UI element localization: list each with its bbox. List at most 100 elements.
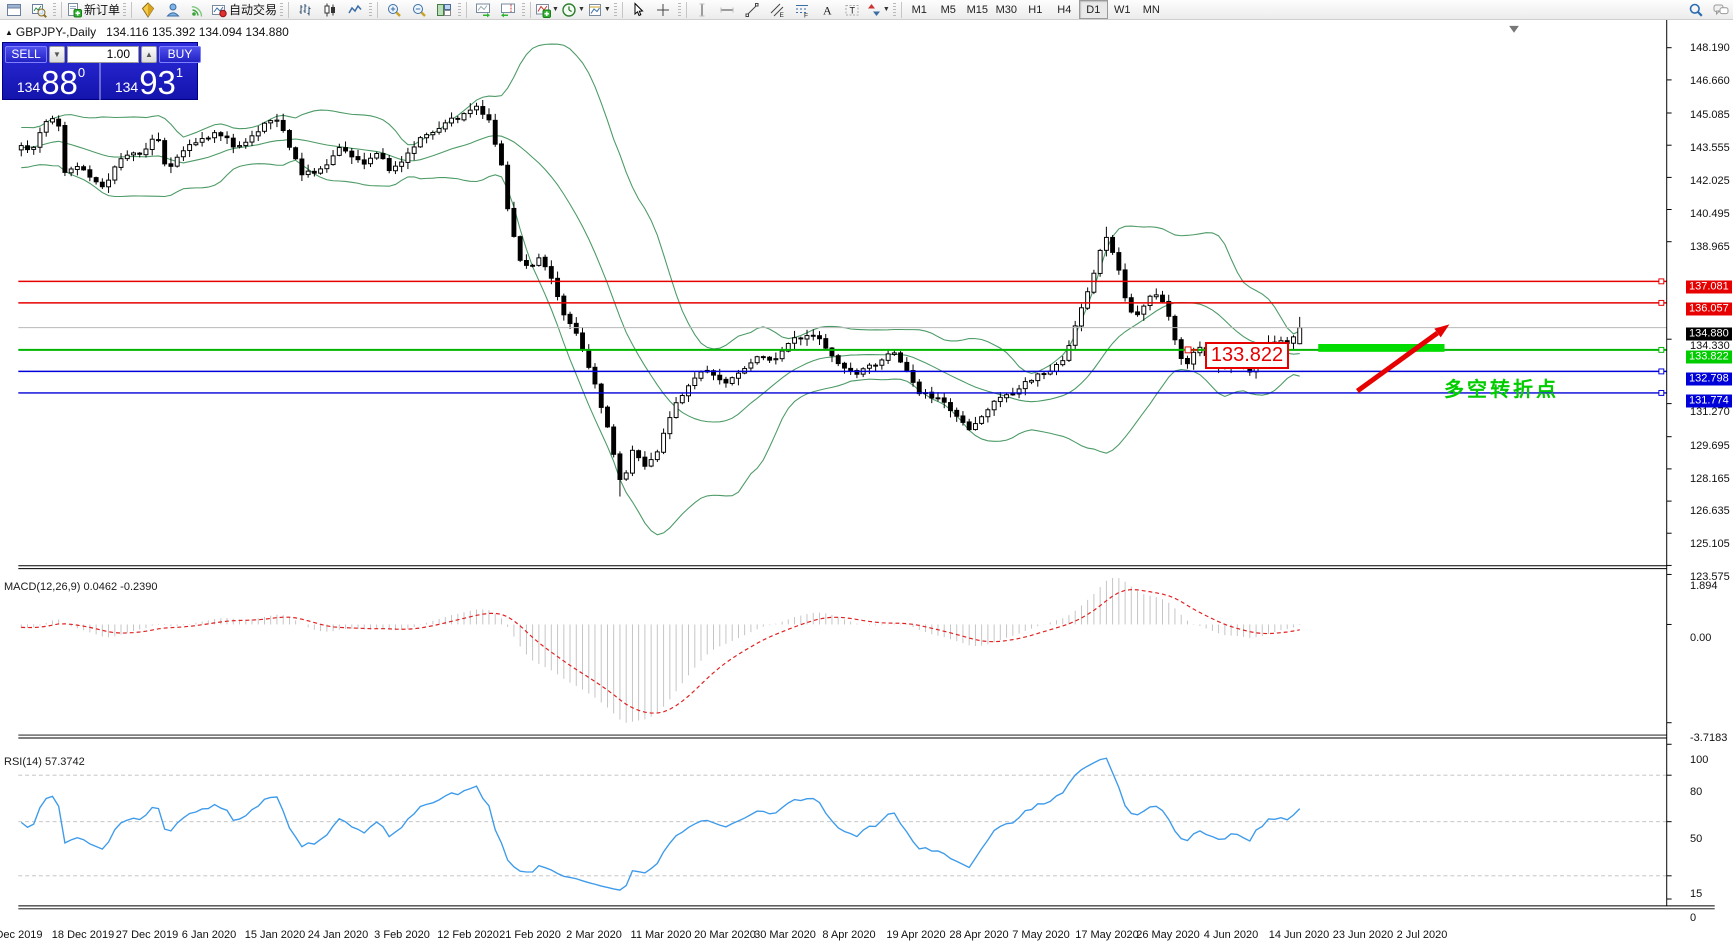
timeframe-button-m30[interactable]: M30 bbox=[992, 0, 1021, 19]
timeframe-button-h1[interactable]: H1 bbox=[1021, 0, 1050, 19]
candle bbox=[443, 123, 447, 129]
search-icon[interactable] bbox=[1683, 0, 1708, 20]
timeframe-button-d1[interactable]: D1 bbox=[1079, 0, 1108, 19]
candle bbox=[768, 357, 772, 360]
candle bbox=[568, 314, 572, 323]
text-icon[interactable]: A bbox=[815, 0, 840, 20]
candle bbox=[543, 257, 547, 266]
buy-price[interactable]: 134931 bbox=[101, 63, 197, 101]
chart-plot[interactable] bbox=[0, 20, 1733, 946]
candle bbox=[1129, 298, 1133, 312]
timeframe-button-w1[interactable]: W1 bbox=[1108, 0, 1137, 19]
arrows-button[interactable]: ▼ bbox=[865, 0, 891, 20]
green-highlight-bar[interactable] bbox=[1318, 344, 1444, 352]
candle bbox=[1192, 352, 1196, 364]
candle bbox=[1123, 270, 1127, 298]
volume-decrease-button[interactable]: ▼ bbox=[49, 46, 65, 63]
candle bbox=[1079, 308, 1083, 326]
timeframe-button-m15[interactable]: M15 bbox=[963, 0, 992, 19]
candle bbox=[1104, 237, 1108, 250]
candle bbox=[475, 106, 479, 110]
fibonacci-icon[interactable]: F bbox=[790, 0, 815, 20]
candle bbox=[188, 145, 192, 151]
candle bbox=[294, 148, 298, 159]
date-tick-label: 23 Jun 2020 bbox=[1333, 929, 1394, 941]
candle bbox=[643, 457, 647, 466]
date-tick-label: 2 Mar 2020 bbox=[566, 929, 622, 941]
sell-button[interactable]: SELL bbox=[5, 46, 47, 63]
date-tick-label: 8 Apr 2020 bbox=[822, 929, 875, 941]
auto-scroll-icon[interactable] bbox=[470, 0, 495, 20]
candle bbox=[1030, 380, 1034, 382]
sell-price[interactable]: 134880 bbox=[3, 63, 99, 101]
macd-axis-label: -3.7183 bbox=[1690, 732, 1727, 744]
timeframe-button-m5[interactable]: M5 bbox=[934, 0, 963, 19]
volume-increase-button[interactable]: ▲ bbox=[141, 46, 157, 63]
candle bbox=[362, 160, 366, 164]
level-line-anchor-square bbox=[1659, 279, 1664, 284]
price-tick-label: 129.695 bbox=[1690, 440, 1730, 452]
candle bbox=[1005, 395, 1009, 398]
new-order-button[interactable]: 新订单 bbox=[65, 0, 121, 20]
candle bbox=[200, 139, 204, 143]
signals-icon[interactable] bbox=[185, 0, 210, 20]
templates-button-dropdown-caret[interactable]: ▼ bbox=[604, 6, 611, 13]
timeframe-button-h4[interactable]: H4 bbox=[1050, 0, 1079, 19]
chart-window-icon[interactable] bbox=[1, 0, 26, 20]
periods-button-dropdown-caret[interactable]: ▼ bbox=[578, 6, 585, 13]
zoom-out-icon[interactable] bbox=[406, 0, 431, 20]
price-tick-label: 128.165 bbox=[1690, 473, 1730, 485]
text-label-icon[interactable]: T bbox=[840, 0, 865, 20]
date-tick-label: 30 Mar 2020 bbox=[754, 929, 816, 941]
bullish-arrow[interactable] bbox=[1357, 333, 1437, 391]
candle bbox=[462, 114, 466, 120]
price-annotation-box[interactable]: 133.822 bbox=[1205, 342, 1289, 369]
autotrade-button[interactable]: 自动交易 bbox=[210, 0, 278, 20]
candle bbox=[281, 120, 285, 130]
toolbar-separator bbox=[466, 2, 467, 18]
tile-windows-icon[interactable] bbox=[431, 0, 456, 20]
candlestick-chart-icon[interactable] bbox=[317, 0, 342, 20]
candle bbox=[481, 107, 485, 115]
chart-collapse-icon[interactable]: ▲ bbox=[5, 28, 13, 37]
candle bbox=[132, 153, 136, 155]
community-icon[interactable] bbox=[160, 0, 185, 20]
candle bbox=[57, 119, 61, 126]
profile-charts-icon[interactable] bbox=[26, 0, 51, 20]
candle bbox=[1042, 374, 1046, 375]
candle bbox=[306, 171, 310, 174]
cursor-icon[interactable] bbox=[626, 0, 651, 20]
buy-button[interactable]: BUY bbox=[159, 46, 201, 63]
chat-icon[interactable] bbox=[1708, 0, 1733, 20]
candle bbox=[917, 382, 921, 394]
candle bbox=[911, 371, 915, 383]
candle bbox=[1067, 346, 1071, 361]
equidistant-channel-icon[interactable]: E bbox=[765, 0, 790, 20]
trendline-icon[interactable] bbox=[740, 0, 765, 20]
candle bbox=[537, 258, 541, 266]
candle bbox=[387, 159, 391, 171]
arrows-button-dropdown-caret[interactable]: ▼ bbox=[883, 6, 890, 13]
crosshair-icon[interactable] bbox=[651, 0, 676, 20]
metaeditor-icon[interactable] bbox=[135, 0, 160, 20]
indicators-button[interactable]: ▼ bbox=[534, 0, 560, 20]
line-chart-icon[interactable] bbox=[342, 0, 367, 20]
zoom-in-icon[interactable] bbox=[381, 0, 406, 20]
candle bbox=[512, 208, 516, 236]
timeframe-button-mn[interactable]: MN bbox=[1137, 0, 1166, 19]
timeframe-button-m1[interactable]: M1 bbox=[905, 0, 934, 19]
indicators-button-dropdown-caret[interactable]: ▼ bbox=[552, 6, 559, 13]
vertical-line-icon[interactable] bbox=[690, 0, 715, 20]
date-tick-label: 21 Feb 2020 bbox=[499, 929, 561, 941]
chart-shift-icon[interactable] bbox=[495, 0, 520, 20]
templates-button[interactable]: ▼ bbox=[586, 0, 612, 20]
volume-input[interactable] bbox=[67, 46, 139, 63]
horizontal-line-icon[interactable] bbox=[715, 0, 740, 20]
bar-chart-icon[interactable] bbox=[292, 0, 317, 20]
periods-button[interactable]: ▼ bbox=[560, 0, 586, 20]
candle bbox=[849, 368, 853, 370]
toolbar: 新订单 自动交易 ▼ ▼ ▼ EFAT ▼ M1M5M15M30H1H4D1W1MN bbox=[0, 0, 1733, 20]
candle bbox=[400, 162, 404, 166]
turning-point-annotation[interactable]: 多空转折点 bbox=[1444, 373, 1559, 402]
candle bbox=[755, 357, 759, 363]
